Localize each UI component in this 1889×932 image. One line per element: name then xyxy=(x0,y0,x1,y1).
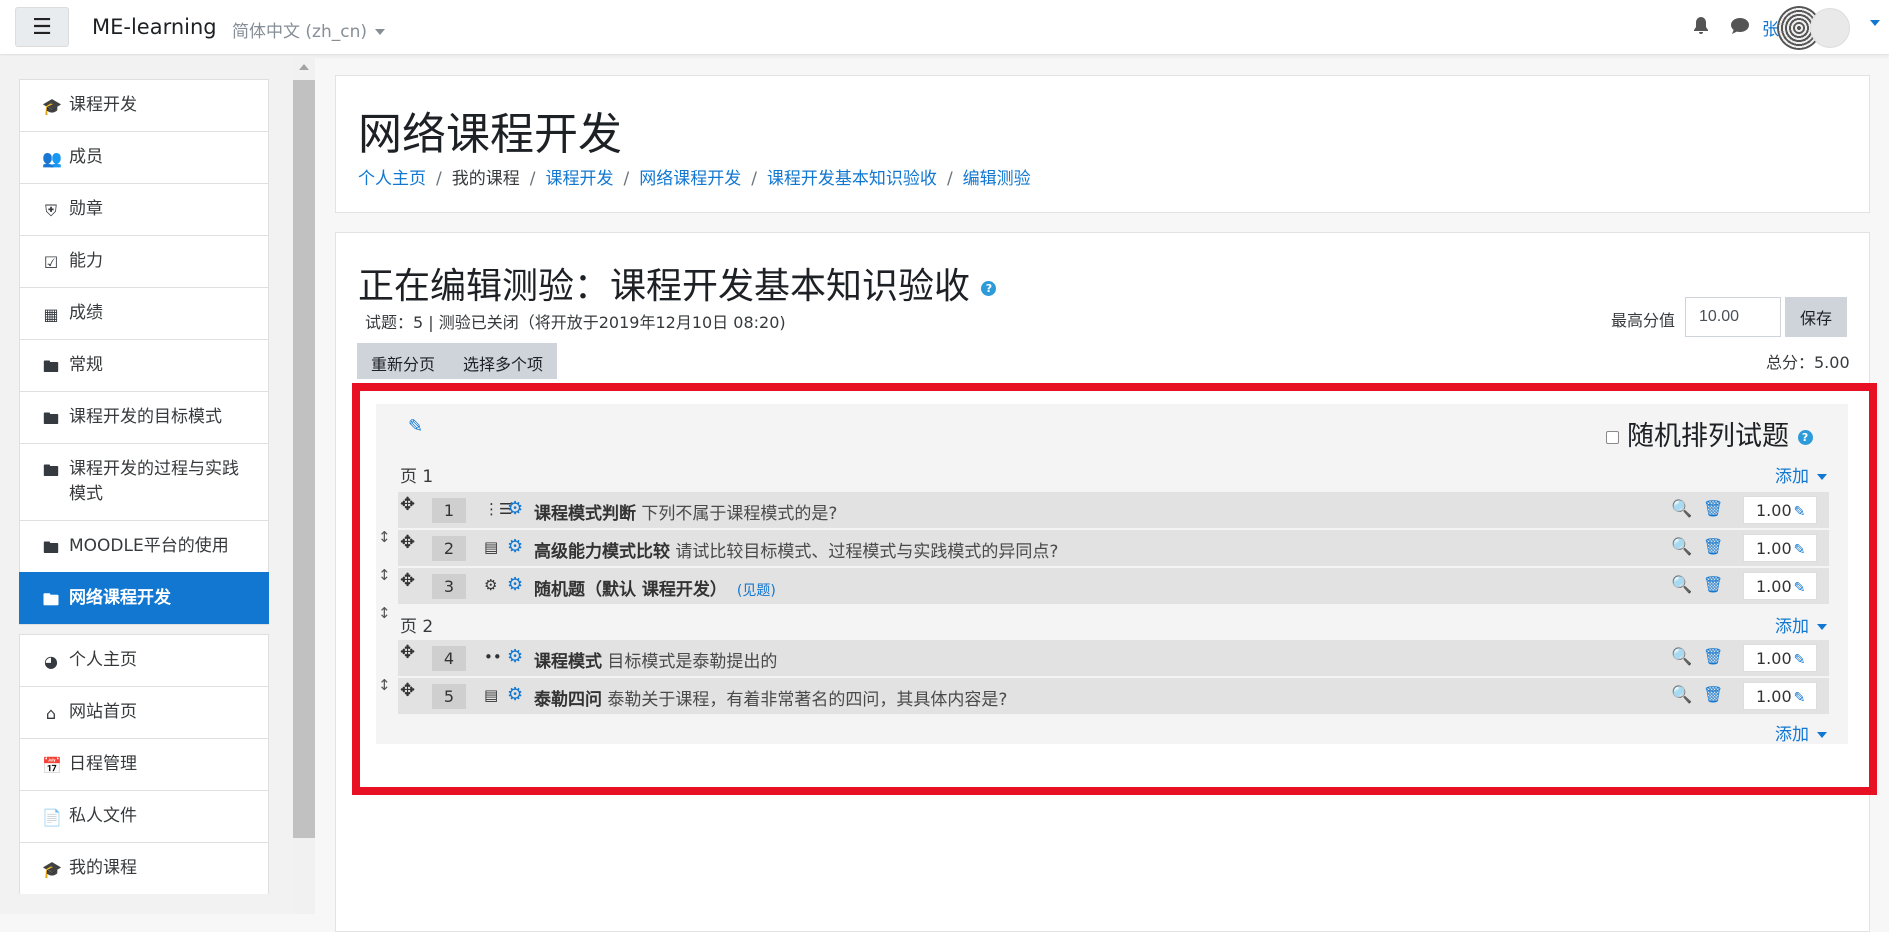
users-icon: 👥 xyxy=(42,149,62,168)
folder-icon: 🖿 xyxy=(42,538,59,557)
sidebar-item-home[interactable]: ⌂ 网站首页 xyxy=(19,686,269,738)
bell-icon[interactable] xyxy=(1692,16,1710,36)
dashboard-icon: ◕ xyxy=(44,652,58,671)
drawer-list: 🎓 课程开发 👥 成员 ⛨ 勋章 ☑ 能力 ▦ 成绩 🖿 常规 🖿 课程开发的目标模式 🖿 课程… xyxy=(19,79,269,894)
calendar-icon: 📅 xyxy=(42,756,62,775)
scroll-thumb[interactable] xyxy=(293,80,315,838)
breadcrumb-dashboard[interactable]: 个人主页 xyxy=(358,169,426,189)
repaginate-button[interactable]: 重新分页 xyxy=(357,343,449,379)
chat-icon[interactable] xyxy=(1730,16,1750,36)
sidebar-item-course[interactable]: 🎓 课程开发 xyxy=(19,79,269,131)
hamburger-icon[interactable]: ☰ xyxy=(15,7,69,47)
quiz-toolbar: 重新分页 选择多个项 xyxy=(357,343,558,379)
breadcrumb-separator: / xyxy=(436,169,442,189)
folder-icon: 🖿 xyxy=(42,461,59,480)
sidebar-item-participants[interactable]: 👥 成员 xyxy=(19,131,269,183)
shield-icon: ⛨ xyxy=(44,201,57,220)
drawer-scrollbar[interactable] xyxy=(293,56,315,914)
breadcrumb-separator: / xyxy=(529,169,536,189)
total-marks: 总分：5.00 xyxy=(1766,353,1850,372)
sidebar-item-process-model[interactable]: 🖿 课程开发的过程与实践模式 xyxy=(19,443,269,520)
sidebar-item-label: 课程开发 xyxy=(69,95,137,115)
sidebar-item-web-course[interactable]: 🖿 网络课程开发 xyxy=(19,572,269,624)
select-multiple-button[interactable]: 选择多个项 xyxy=(449,343,557,379)
max-grade-input[interactable] xyxy=(1685,297,1781,337)
save-button[interactable]: 保存 xyxy=(1785,297,1847,337)
highlight-frame xyxy=(352,383,1877,795)
breadcrumb-separator: / xyxy=(623,169,630,189)
sidebar-item-label: 勋章 xyxy=(69,199,103,219)
home-icon: ⌂ xyxy=(45,704,57,723)
language-label: 简体中文 (zh_cn) xyxy=(232,22,367,42)
breadcrumb-separator: / xyxy=(946,169,953,189)
sidebar-item-label: 私人文件 xyxy=(69,806,137,826)
breadcrumb: 个人主页 / 我的课程 / 课程开发 / 网络课程开发 / 课程开发基本知识验收 / 编辑测验 xyxy=(358,164,1031,189)
page-title: 网络课程开发 xyxy=(358,109,622,160)
quiz-info: 试题：5 | 测验已关闭（将开放于2019年12月10日 08:20) xyxy=(365,313,786,332)
breadcrumb-quiz[interactable]: 课程开发基本知识验收 xyxy=(767,169,937,189)
sidebar-item-label: 课程开发的过程与实践模式 xyxy=(69,459,239,504)
top-navbar: ☰ ME-learning 简体中文 (zh_cn) 张 xyxy=(0,0,1889,55)
graduation-cap-icon: 🎓 xyxy=(42,860,62,879)
sidebar-item-label: 网络课程开发 xyxy=(69,588,171,608)
edit-quiz-title-text: 正在编辑测验：课程开发基本知识验收 xyxy=(358,266,971,307)
sidebar-item-moodle[interactable]: 🖿 MOODLE平台的使用 xyxy=(19,520,269,572)
edit-quiz-title: 正在编辑测验：课程开发基本知识验收 ? xyxy=(358,257,997,309)
sidebar-item-dashboard[interactable]: ◕ 个人主页 xyxy=(19,634,269,686)
sidebar-item-label: MOODLE平台的使用 xyxy=(69,536,229,556)
sidebar-item-competencies[interactable]: ☑ 能力 xyxy=(19,235,269,287)
page-header: 网络课程开发 个人主页 / 我的课程 / 课程开发 / 网络课程开发 / 课程开发基本知识验收 /… xyxy=(335,75,1870,213)
sidebar-item-grades[interactable]: ▦ 成绩 xyxy=(19,287,269,339)
sidebar-item-label: 课程开发的目标模式 xyxy=(69,407,222,427)
sidebar-item-objective-model[interactable]: 🖿 课程开发的目标模式 xyxy=(19,391,269,443)
sidebar-item-general[interactable]: 🖿 常规 xyxy=(19,339,269,391)
file-icon: 📄 xyxy=(42,808,62,827)
language-menu[interactable]: 简体中文 (zh_cn) xyxy=(232,17,385,42)
scroll-up-icon[interactable] xyxy=(299,64,309,70)
breadcrumb-separator: / xyxy=(751,169,757,189)
sidebar-item-label: 我的课程 xyxy=(69,858,137,878)
folder-icon: 🖿 xyxy=(42,409,59,428)
max-grade-label: 最高分值 xyxy=(1611,311,1676,330)
sidebar-item-label: 能力 xyxy=(69,251,103,271)
sidebar-item-private-files[interactable]: 📄 私人文件 xyxy=(19,790,269,842)
sidebar-item-label: 日程管理 xyxy=(69,754,137,774)
user-menu-chevron-icon[interactable] xyxy=(1870,20,1880,26)
nav-drawer: 🎓 课程开发 👥 成员 ⛨ 勋章 ☑ 能力 ▦ 成绩 🖿 常规 🖿 课程开发的目标模式 🖿 课程… xyxy=(0,56,315,914)
breadcrumb-edit-quiz[interactable]: 编辑测验 xyxy=(963,169,1031,189)
breadcrumb-section[interactable]: 网络课程开发 xyxy=(639,169,741,189)
graduation-cap-icon: 🎓 xyxy=(42,97,62,116)
breadcrumb-course[interactable]: 课程开发 xyxy=(545,169,613,189)
checkbox-icon: ☑ xyxy=(43,253,59,272)
table-icon: ▦ xyxy=(43,305,59,324)
avatar-placeholder[interactable] xyxy=(1810,8,1850,48)
site-brand[interactable]: ME-learning xyxy=(92,15,217,39)
sidebar-item-badges[interactable]: ⛨ 勋章 xyxy=(19,183,269,235)
sidebar-item-label: 网站首页 xyxy=(69,702,137,722)
drawer-divider xyxy=(19,624,269,634)
folder-icon: 🖿 xyxy=(42,357,59,376)
sidebar-item-calendar[interactable]: 📅 日程管理 xyxy=(19,738,269,790)
sidebar-item-label: 常规 xyxy=(69,355,103,375)
folder-icon: 🖿 xyxy=(42,590,59,609)
breadcrumb-my-courses: 我的课程 xyxy=(451,169,520,189)
sidebar-item-label: 成员 xyxy=(69,147,103,167)
sidebar-item-my-courses[interactable]: 🎓 我的课程 xyxy=(19,842,269,894)
help-icon[interactable]: ? xyxy=(981,280,997,296)
chevron-down-icon xyxy=(375,29,385,35)
sidebar-item-label: 个人主页 xyxy=(69,650,137,670)
sidebar-item-label: 成绩 xyxy=(69,303,103,323)
